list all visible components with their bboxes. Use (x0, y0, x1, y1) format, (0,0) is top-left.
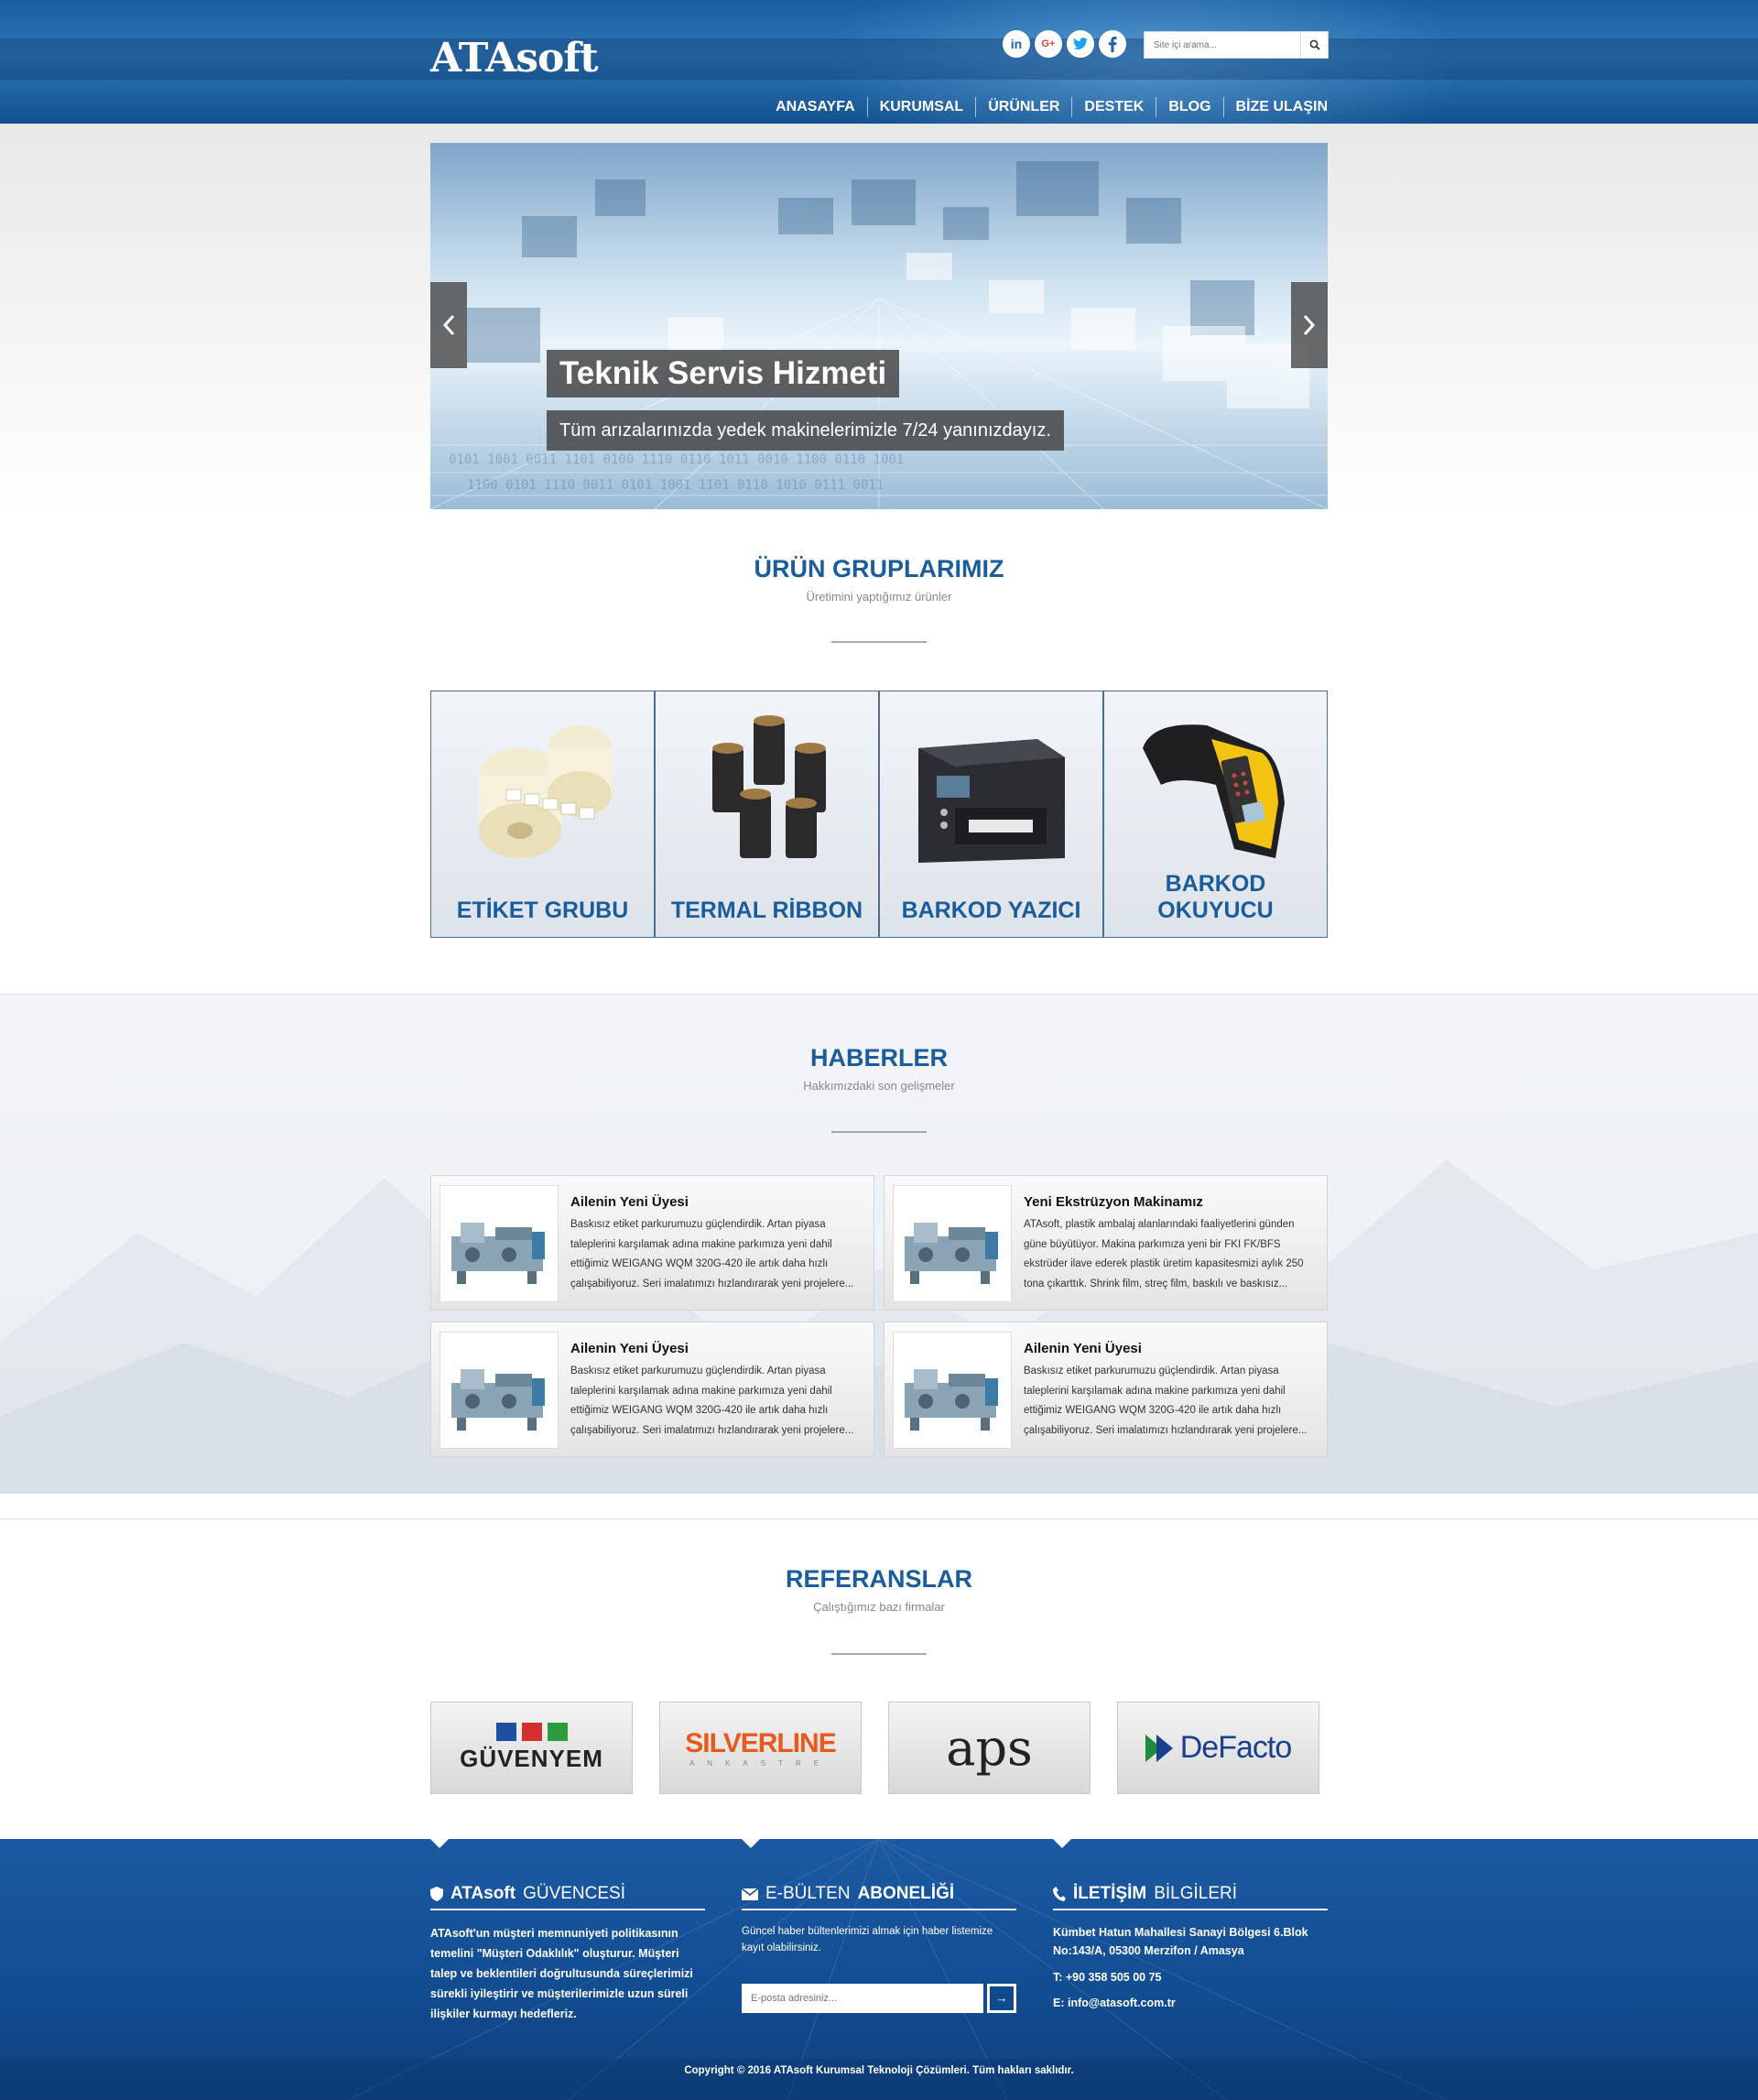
news-thumbnail (440, 1185, 559, 1302)
copyright-text: Copyright © 2016 ATAsoft Kurumsal Teknol… (684, 2065, 1074, 2076)
barcode-scanner-image (1143, 724, 1285, 858)
guarantee-heading: ATAsoft GÜVENCESİ (430, 1884, 705, 1910)
footer-guarantee: ATAsoft GÜVENCESİ ATAsoft'un müşteri memn… (430, 1884, 705, 2024)
news-subtitle: Hakkımızdaki son gelişmeler (803, 1079, 955, 1093)
slide-title: Teknik Servis Hizmeti (547, 350, 900, 397)
newsletter-text: Güncel haber bültenlerimizi almak için h… (742, 1926, 993, 1953)
references-subtitle: Çalıştığımız bazı firmalar (813, 1600, 945, 1614)
reference-silverline[interactable]: SILVERLINE ANKASTRE (659, 1702, 862, 1794)
defacto-logo: DeFacto (1145, 1730, 1292, 1766)
guarantee-text: ATAsoft'un müşteri memnuniyeti politikas… (430, 1927, 693, 2020)
product-label: BARKOD YAZICI (901, 898, 1081, 923)
newsletter-email-input[interactable] (742, 1984, 983, 2013)
search-button[interactable] (1300, 32, 1328, 58)
footer-notch (1053, 1839, 1071, 1848)
ribbon-rolls-image (712, 715, 826, 858)
hero-slider[interactable]: 0101 1001 0011 1101 0100 1110 0110 1011 … (430, 143, 1328, 509)
shield-icon (430, 1887, 443, 1901)
googleplus-icon[interactable]: G+ (1035, 30, 1062, 58)
footer-contact: İLETİŞİM BİLGİLERİ Kümbet Hatun Mahallesi… (1053, 1884, 1328, 2013)
footer-notch (430, 1839, 449, 1848)
news-card[interactable]: Ailenin Yeni Üyesi Baskısız etiket parku… (430, 1322, 874, 1457)
news-thumbnail (440, 1332, 559, 1449)
main-nav: ANASAYFA KURUMSAL ÜRÜNLER DESTEK BLOG Bİ… (764, 97, 1328, 117)
products-title: ÜRÜN GRUPLARIMIZ (754, 555, 1004, 582)
facebook-icon[interactable] (1099, 30, 1126, 58)
aps-logo: aps (946, 1718, 1033, 1777)
phone-icon (1053, 1887, 1066, 1901)
section-divider (0, 1518, 1758, 1519)
news-excerpt: Baskısız etiket parkurumuzu güçlendirdik… (570, 1366, 854, 1436)
news-title[interactable]: Yeni Ekstrüzyon Makinamız (1024, 1194, 1203, 1210)
barcode-printer-image (918, 739, 1065, 863)
chevron-left-icon (442, 314, 455, 336)
news-excerpt: Baskısız etiket parkurumuzu güçlendirdik… (1024, 1366, 1308, 1436)
reference-aps[interactable]: aps (888, 1702, 1091, 1794)
nav-bize-ulasin[interactable]: BİZE ULAŞIN (1222, 97, 1328, 117)
nav-destek[interactable]: DESTEK (1071, 97, 1156, 117)
site-logo[interactable]: ATAsoft (430, 37, 599, 81)
products-divider (831, 641, 927, 643)
nav-anasayfa[interactable]: ANASAYFA (764, 97, 867, 117)
news-title[interactable]: Ailenin Yeni Üyesi (570, 1341, 689, 1356)
search-box (1144, 31, 1329, 59)
newsletter-submit-button[interactable]: → (987, 1984, 1016, 2013)
news-title: HABERLER (809, 1044, 948, 1072)
product-etiket-grubu[interactable]: ETİKET GRUBU (430, 691, 655, 938)
svg-text:0101 1001 0011 1101 0100 1110: 0101 1001 0011 1101 0100 1110 0110 1011 … (449, 452, 904, 467)
linkedin-icon[interactable]: in (1003, 30, 1030, 58)
news-title[interactable]: Ailenin Yeni Üyesi (570, 1194, 689, 1210)
product-label: BARKOD OKUYUCU (1157, 871, 1274, 923)
footer-notch (742, 1839, 760, 1848)
news-card[interactable]: Ailenin Yeni Üyesi Baskısız etiket parku… (884, 1322, 1328, 1457)
product-barkod-okuyucu[interactable]: BARKOD OKUYUCU (1103, 691, 1328, 938)
news-thumbnail (893, 1185, 1012, 1302)
references-divider (831, 1653, 927, 1655)
footer-background (0, 1839, 1758, 2100)
slider-image: 0101 1001 0011 1101 0100 1110 0110 1011 … (430, 161, 1328, 509)
arrow-right-icon: → (990, 1986, 1014, 2010)
slider-next-button[interactable] (1291, 282, 1328, 368)
search-icon (1309, 39, 1320, 50)
contact-phone[interactable]: T: +90 358 505 00 75 (1053, 1967, 1328, 1987)
footer-newsletter: E-BÜLTEN ABONELİĞİ Güncel haber bültenler… (742, 1884, 1016, 1956)
newsletter-form: → (742, 1984, 1016, 2013)
chevron-right-icon (1303, 314, 1316, 336)
reference-defacto[interactable]: DeFacto (1117, 1702, 1319, 1794)
reference-guvenyem[interactable]: GÜVENYEM (430, 1702, 633, 1794)
news-excerpt: Baskısız etiket parkurumuzu güçlendirdik… (570, 1219, 854, 1289)
contact-email[interactable]: E: info@atasoft.com.tr (1053, 1993, 1328, 2013)
product-barkod-yazici[interactable]: BARKOD YAZICI (879, 691, 1103, 938)
nav-blog[interactable]: BLOG (1156, 97, 1222, 117)
contact-heading: İLETİŞİM BİLGİLERİ (1053, 1884, 1328, 1910)
news-card[interactable]: Yeni Ekstrüzyon Makinamız ATAsoft, plast… (884, 1175, 1328, 1311)
svg-text:1100 0101 1110 0011 0101 1001: 1100 0101 1110 0011 0101 1001 1101 0110 … (467, 478, 884, 493)
guvenyem-logo: GÜVENYEM (460, 1723, 603, 1773)
contact-address: Kümbet Hatun Mahallesi Sanayi Bölgesi 6.… (1053, 1926, 1308, 1957)
news-divider (831, 1131, 927, 1133)
product-termal-ribbon[interactable]: TERMAL RİBBON (655, 691, 879, 938)
site-footer (0, 1839, 1758, 2100)
silverline-logo: SILVERLINE ANKASTRE (685, 1728, 836, 1768)
slider-prev-button[interactable] (430, 282, 467, 368)
news-excerpt: ATAsoft, plastik ambalaj alanlarındaki f… (1024, 1219, 1304, 1289)
search-input[interactable] (1145, 32, 1300, 58)
products-subtitle: Üretimini yaptığımız ürünler (806, 590, 952, 604)
newsletter-heading: E-BÜLTEN ABONELİĞİ (742, 1884, 1016, 1910)
twitter-icon[interactable] (1067, 30, 1094, 58)
news-title[interactable]: Ailenin Yeni Üyesi (1024, 1341, 1142, 1356)
product-label: TERMAL RİBBON (670, 898, 863, 923)
product-label: ETİKET GRUBU (456, 898, 629, 923)
slide-subtitle: Tüm arızalarınızda yedek makinelerimizle… (547, 410, 1064, 451)
label-rolls-image (479, 725, 612, 858)
news-thumbnail (893, 1332, 1012, 1449)
header-band (0, 38, 1758, 80)
references-title: REFERANSLAR (785, 1565, 972, 1593)
envelope-icon (742, 1888, 758, 1900)
nav-urunler[interactable]: ÜRÜNLER (975, 97, 1071, 117)
nav-kurumsal[interactable]: KURUMSAL (866, 97, 976, 117)
news-card[interactable]: Ailenin Yeni Üyesi Baskısız etiket parku… (430, 1175, 874, 1311)
